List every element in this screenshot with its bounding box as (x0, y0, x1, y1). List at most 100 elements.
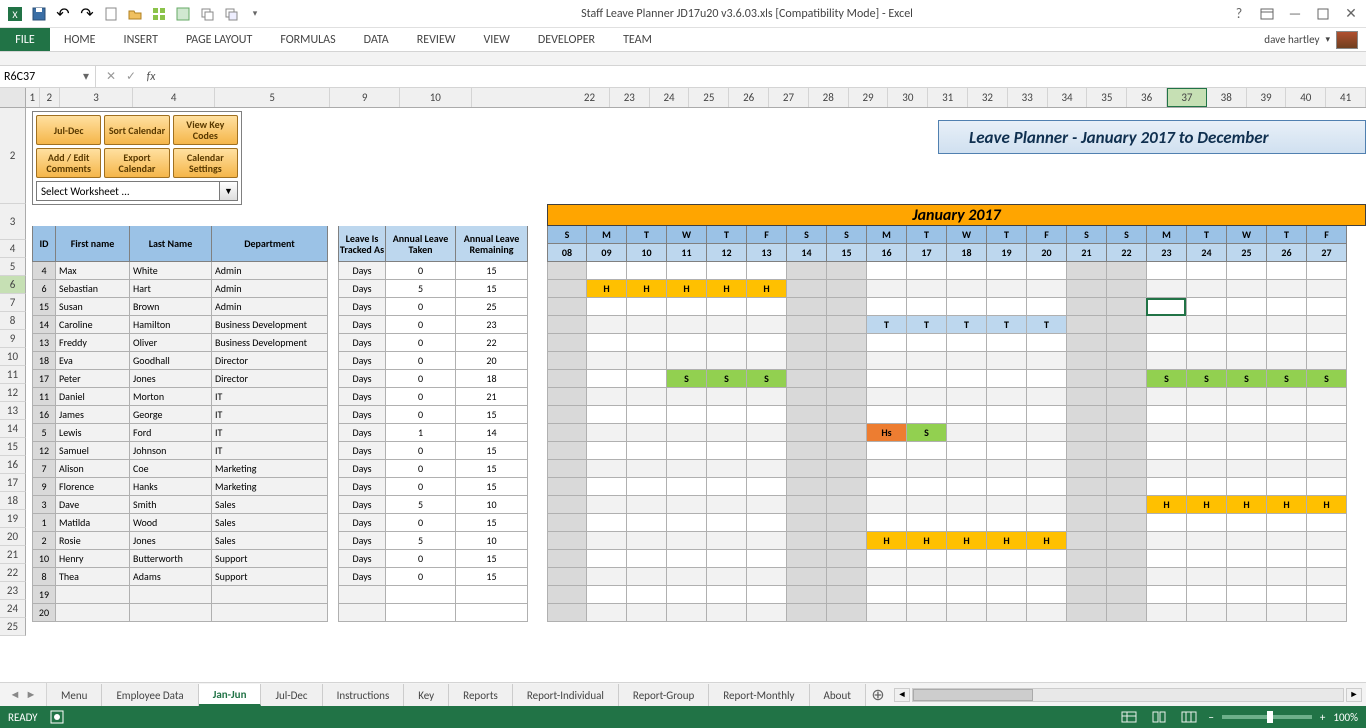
cell-day-13[interactable] (1067, 604, 1107, 622)
sheet-tab-employee-data[interactable]: Employee Data (102, 684, 198, 706)
row-header-20[interactable]: 20 (0, 528, 26, 546)
cell-day-6[interactable] (787, 388, 827, 406)
cell-day-10[interactable]: T (947, 316, 987, 334)
col-header-5[interactable]: 5 (215, 88, 330, 107)
cell-day-6[interactable] (787, 550, 827, 568)
cell-day-8[interactable] (867, 550, 907, 568)
cell-first[interactable]: Eva (56, 352, 130, 370)
cell-last[interactable]: George (130, 406, 212, 424)
cell-day-6[interactable] (787, 586, 827, 604)
cell-day-2[interactable] (627, 460, 667, 478)
cell-day-16[interactable] (1187, 388, 1227, 406)
cell-day-6[interactable] (787, 478, 827, 496)
cell-day-16[interactable] (1187, 280, 1227, 298)
cell-day-13[interactable] (1067, 424, 1107, 442)
col-header-2[interactable]: 2 (40, 88, 60, 107)
cell-day-0[interactable] (547, 406, 587, 424)
cell-day-6[interactable] (787, 496, 827, 514)
cell-day-5[interactable] (747, 532, 787, 550)
cell-day-19[interactable] (1307, 460, 1347, 478)
cell-day-8[interactable] (867, 352, 907, 370)
cell-day-2[interactable] (627, 388, 667, 406)
col-header-24[interactable]: 24 (650, 88, 690, 107)
cell-day-15[interactable] (1147, 478, 1187, 496)
cell-day-15[interactable]: H (1147, 496, 1187, 514)
sheet-tab-report-individual[interactable]: Report-Individual (513, 684, 619, 706)
cell-day-15[interactable] (1147, 514, 1187, 532)
cell-day-17[interactable] (1227, 424, 1267, 442)
cell-day-0[interactable] (547, 478, 587, 496)
cell-day-14[interactable] (1107, 604, 1147, 622)
cell-day-17[interactable] (1227, 316, 1267, 334)
sort-calendar-button[interactable]: Sort Calendar (104, 115, 169, 145)
cell-day-2[interactable] (627, 496, 667, 514)
cell-day-3[interactable] (667, 298, 707, 316)
cell-day-4[interactable] (707, 586, 747, 604)
cell-day-11[interactable] (987, 280, 1027, 298)
juldec-button[interactable]: Jul-Dec (36, 115, 101, 145)
cell-day-8[interactable] (867, 262, 907, 280)
cell-day-8[interactable] (867, 460, 907, 478)
cell-day-8[interactable]: H (867, 532, 907, 550)
cell-day-8[interactable] (867, 568, 907, 586)
cell-track[interactable]: Days (338, 550, 386, 568)
cell-remain[interactable]: 15 (456, 568, 528, 586)
ribbon-tab-insert[interactable]: INSERT (110, 28, 172, 51)
cell-day-3[interactable] (667, 586, 707, 604)
cell-day-6[interactable] (787, 370, 827, 388)
cell-taken[interactable]: 5 (386, 280, 456, 298)
cell-id[interactable]: 3 (32, 496, 56, 514)
cell-day-7[interactable] (827, 298, 867, 316)
cell-track[interactable]: Days (338, 514, 386, 532)
row-header-9[interactable]: 9 (0, 330, 26, 348)
cell-day-19[interactable] (1307, 298, 1347, 316)
row-header-24[interactable]: 24 (0, 600, 26, 618)
cell-day-5[interactable]: S (747, 370, 787, 388)
cell-day-13[interactable] (1067, 262, 1107, 280)
new-sheet-button[interactable]: ⊕ (866, 683, 890, 706)
scroll-thumb[interactable] (913, 689, 1033, 701)
cell-last[interactable]: Hamilton (130, 316, 212, 334)
cell-last[interactable]: Brown (130, 298, 212, 316)
cell-day-14[interactable] (1107, 478, 1147, 496)
cell-taken[interactable]: 0 (386, 298, 456, 316)
sheet-tab-report-monthly[interactable]: Report-Monthly (709, 684, 809, 706)
cell-day-4[interactable] (707, 532, 747, 550)
cell-day-7[interactable] (827, 262, 867, 280)
cell-day-12[interactable]: T (1027, 316, 1067, 334)
cell-remain[interactable] (456, 604, 528, 622)
cell-day-10[interactable] (947, 478, 987, 496)
cell-day-2[interactable]: H (627, 280, 667, 298)
cell-day-13[interactable] (1067, 478, 1107, 496)
cell-last[interactable]: Butterworth (130, 550, 212, 568)
cell-first[interactable]: Matilda (56, 514, 130, 532)
cell-day-14[interactable] (1107, 406, 1147, 424)
row-header-22[interactable]: 22 (0, 564, 26, 582)
cell-day-0[interactable] (547, 370, 587, 388)
qat-btn-6[interactable] (148, 3, 170, 25)
cell-id[interactable]: 2 (32, 532, 56, 550)
cell-day-17[interactable] (1227, 568, 1267, 586)
cell-track[interactable]: Days (338, 316, 386, 334)
cell-day-14[interactable] (1107, 460, 1147, 478)
cell-day-19[interactable] (1307, 352, 1347, 370)
cell-day-4[interactable] (707, 388, 747, 406)
cell-track[interactable]: Days (338, 280, 386, 298)
maximize-icon[interactable] (1312, 4, 1334, 24)
cell-day-6[interactable] (787, 424, 827, 442)
cell-day-5[interactable] (747, 460, 787, 478)
cell-track[interactable]: Days (338, 298, 386, 316)
cell-day-15[interactable] (1147, 442, 1187, 460)
cell-day-2[interactable] (627, 334, 667, 352)
cell-day-9[interactable] (907, 388, 947, 406)
cell-day-17[interactable] (1227, 514, 1267, 532)
cell-first[interactable]: Freddy (56, 334, 130, 352)
cell-first[interactable]: Thea (56, 568, 130, 586)
cell-day-11[interactable] (987, 514, 1027, 532)
cell-id[interactable]: 9 (32, 478, 56, 496)
cell-dept[interactable]: IT (212, 388, 328, 406)
col-header-31[interactable]: 31 (928, 88, 968, 107)
cell-dept[interactable]: Admin (212, 262, 328, 280)
cell-track[interactable]: Days (338, 442, 386, 460)
cell-day-10[interactable] (947, 586, 987, 604)
